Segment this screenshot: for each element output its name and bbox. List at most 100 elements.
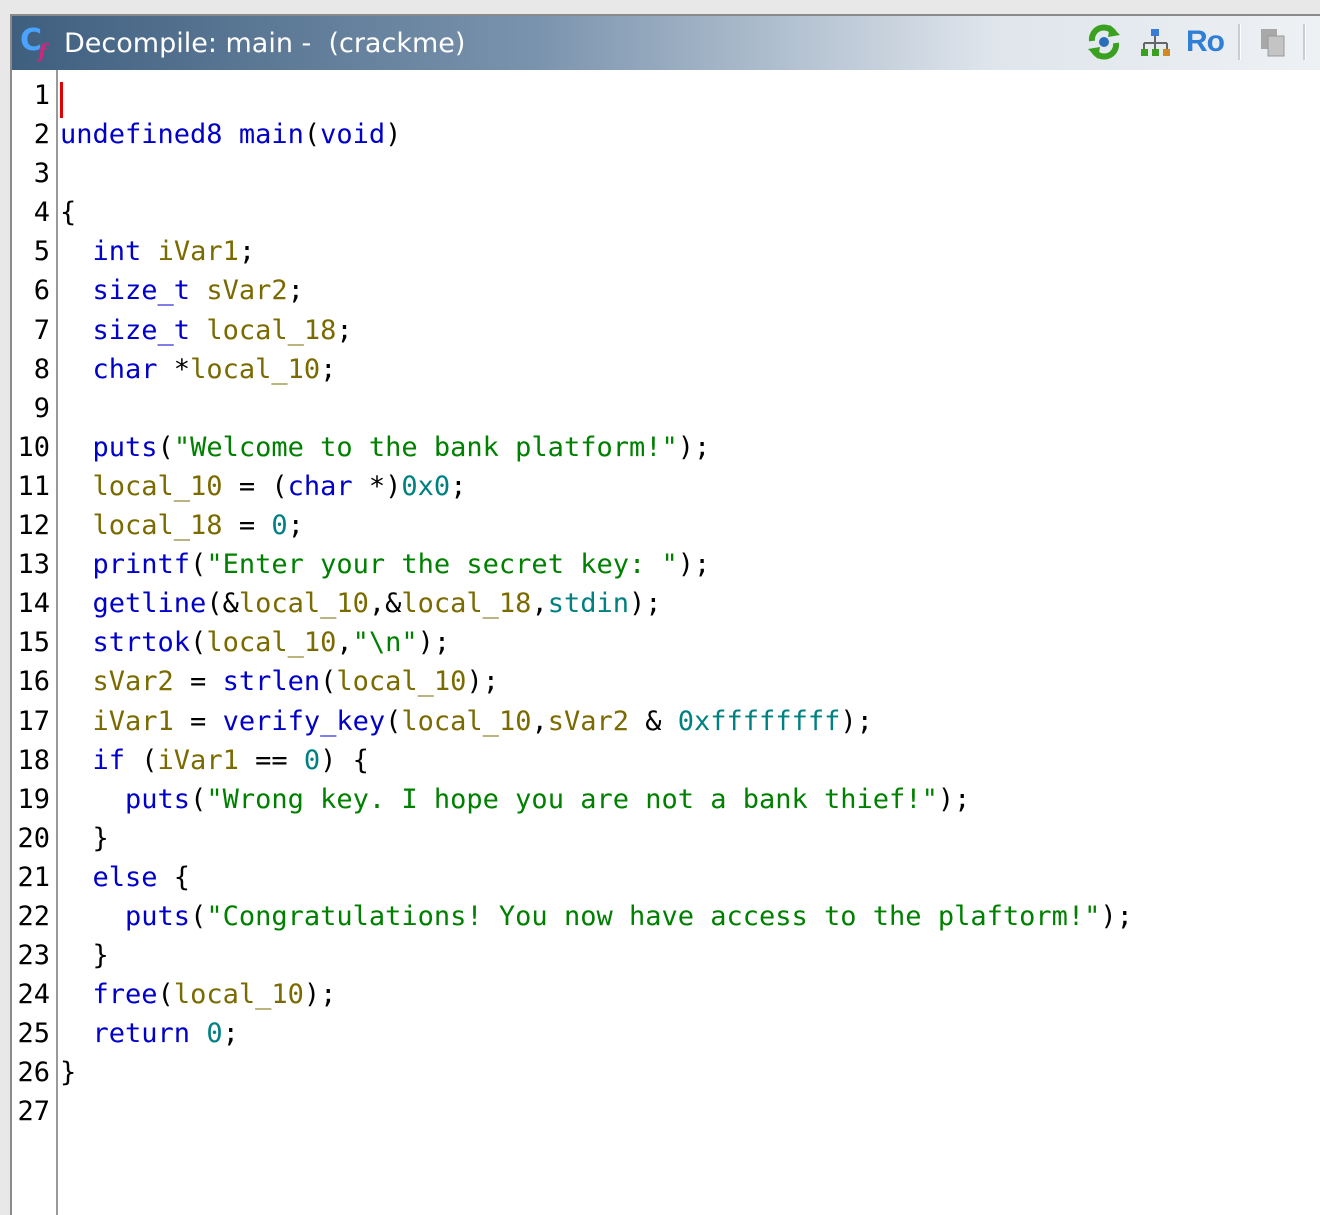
code-text[interactable]: return 0; <box>60 1018 239 1049</box>
code-text[interactable]: sVar2 = strlen(local_10); <box>60 666 499 697</box>
code-token: ); <box>417 627 451 659</box>
code-token: } <box>60 822 109 854</box>
code-line[interactable]: 9 <box>12 393 1320 432</box>
code-line[interactable]: 18 if (iVar1 == 0) { <box>12 745 1320 784</box>
code-token: ( <box>157 979 174 1011</box>
code-text[interactable]: local_10 = (char *)0x0; <box>60 471 467 502</box>
decompiler-window: Cf Decompile: main - (crackme) Ro 1 2 un… <box>10 14 1320 1215</box>
code-line[interactable]: 22 puts("Congratulations! You now have a… <box>12 901 1320 940</box>
code-token: strtok <box>92 627 191 659</box>
code-text[interactable]: { <box>60 197 76 228</box>
code-text[interactable]: int iVar1; <box>60 236 256 268</box>
toolbar-separator <box>1238 24 1241 60</box>
line-number: 22 <box>17 900 50 932</box>
code-line[interactable]: 2 undefined8 main(void) <box>12 119 1320 158</box>
code-token: 0 <box>206 1018 223 1050</box>
code-token: ( <box>190 549 207 581</box>
code-line[interactable]: 20 } <box>12 823 1320 862</box>
code-line[interactable]: 25 return 0; <box>12 1018 1320 1057</box>
code-token: sVar2 <box>92 666 174 698</box>
code-line[interactable]: 27 <box>12 1096 1320 1135</box>
code-token: } <box>60 940 109 972</box>
code-line[interactable]: 26} <box>12 1057 1320 1096</box>
code-text[interactable]: size_t local_18; <box>60 315 353 346</box>
line-number: 12 <box>17 510 50 542</box>
code-token: iVar1 <box>92 705 174 737</box>
code-token: local_18 <box>92 510 223 542</box>
code-token: puts <box>92 431 158 463</box>
code-text[interactable]: if (iVar1 == 0) { <box>60 745 369 776</box>
code-text[interactable]: local_18 = 0; <box>60 510 304 541</box>
code-line[interactable]: 11 local_10 = (char *)0x0; <box>12 471 1320 510</box>
code-token: ; <box>287 275 304 307</box>
code-line[interactable]: 5 int iVar1; <box>12 236 1320 275</box>
code-text[interactable]: getline(&local_10,&local_18,stdin); <box>60 588 662 619</box>
code-token: sVar2 <box>206 275 288 307</box>
code-token: = <box>173 705 223 737</box>
code-line[interactable]: 8 char *local_10; <box>12 354 1320 393</box>
code-line[interactable]: 13 printf("Enter your the secret key: ")… <box>12 549 1320 588</box>
code-line[interactable]: 14 getline(&local_10,&local_18,stdin); <box>12 588 1320 627</box>
code-line[interactable]: 10 puts("Welcome to the bank platform!")… <box>12 432 1320 471</box>
code-line[interactable]: 16 sVar2 = strlen(local_10); <box>12 666 1320 705</box>
code-text[interactable]: free(local_10); <box>60 979 337 1011</box>
code-line[interactable]: 19 puts("Wrong key. I hope you are not a… <box>12 784 1320 823</box>
code-text[interactable]: puts("Congratulations! You now have acce… <box>60 901 1133 932</box>
refresh-button[interactable] <box>1084 23 1124 61</box>
code-token: ; <box>238 236 256 268</box>
code-token: ,& <box>368 588 402 620</box>
code-line[interactable]: 24 free(local_10); <box>12 979 1320 1018</box>
code-text[interactable]: else { <box>60 862 191 893</box>
code-line[interactable]: 6 size_t sVar2; <box>12 275 1320 314</box>
code-token: getline <box>92 588 207 620</box>
code-token: undefined8 <box>60 119 223 151</box>
code-view[interactable]: 1 2 undefined8 main(void) 3 4{5 int iVar1; 6 … <box>12 80 1320 1136</box>
code-text[interactable]: undefined8 main(void) <box>60 119 401 150</box>
window-titlebar[interactable]: Cf Decompile: main - (crackme) Ro <box>12 16 1320 70</box>
line-number: 26 <box>17 1057 50 1089</box>
code-token: 0 <box>303 744 321 776</box>
code-token: void <box>320 119 386 151</box>
code-line[interactable]: 4{ <box>12 197 1320 236</box>
code-text[interactable]: char *local_10; <box>60 354 337 385</box>
code-line[interactable]: 1 <box>12 80 1320 119</box>
code-text[interactable]: } <box>60 940 109 971</box>
code-token: ); <box>628 588 662 620</box>
line-number: 15 <box>17 627 50 659</box>
code-line[interactable]: 12 local_18 = 0; <box>12 510 1320 549</box>
code-token: ( <box>385 705 402 737</box>
code-line[interactable]: 15 strtok(local_10,"\n"); <box>12 627 1320 666</box>
code-token: ( <box>320 666 337 698</box>
line-number: 27 <box>17 1096 50 1128</box>
code-line[interactable]: 21 else { <box>12 862 1320 901</box>
code-token: ( <box>190 627 207 659</box>
code-text[interactable]: printf("Enter your the secret key: "); <box>60 549 711 581</box>
code-line[interactable]: 3 <box>12 158 1320 197</box>
graph-button[interactable] <box>1138 23 1172 61</box>
code-text[interactable]: } <box>60 823 109 854</box>
code-line[interactable]: 17 iVar1 = verify_key(local_10,sVar2 & 0… <box>12 706 1320 745</box>
code-line[interactable]: 23 } <box>12 940 1320 979</box>
code-token: ); <box>303 979 337 1011</box>
code-text[interactable]: puts("Welcome to the bank platform!"); <box>60 431 711 463</box>
code-token: sVar2 <box>547 705 629 737</box>
code-token: , <box>531 705 548 737</box>
code-text[interactable]: strtok(local_10,"\n"); <box>60 627 451 659</box>
line-number: 18 <box>17 744 50 776</box>
code-text[interactable]: puts("Wrong key. I hope you are not a ba… <box>60 784 970 815</box>
code-line[interactable]: 7 size_t local_18; <box>12 315 1320 354</box>
ro-label: Ro <box>1186 25 1225 58</box>
code-token: verify_key <box>222 705 386 737</box>
code-text[interactable]: iVar1 = verify_key(local_10,sVar2 & 0xff… <box>60 706 873 737</box>
read-only-button[interactable]: Ro <box>1186 23 1225 61</box>
code-token: stdin <box>547 588 629 620</box>
code-text[interactable]: size_t sVar2; <box>60 275 304 306</box>
code-token: } <box>60 1057 77 1089</box>
copy-button[interactable] <box>1255 23 1289 61</box>
code-text[interactable]: } <box>60 1057 76 1088</box>
